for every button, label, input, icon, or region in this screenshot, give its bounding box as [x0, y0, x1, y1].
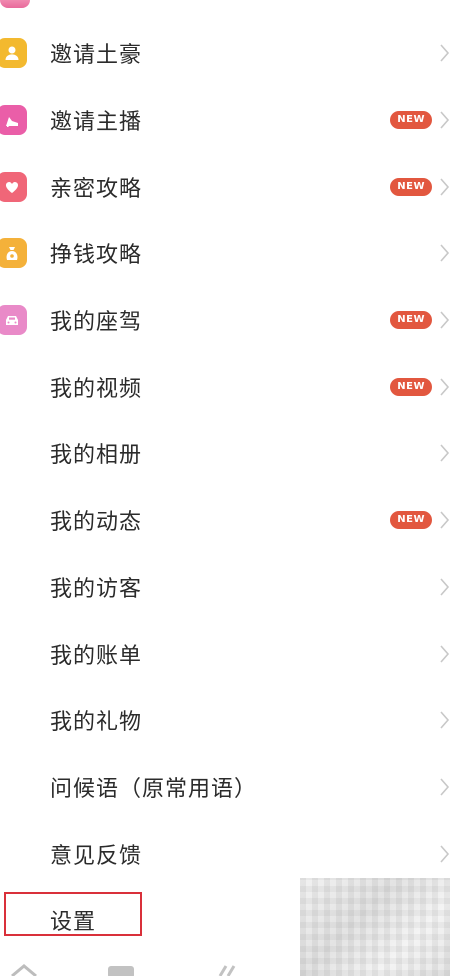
chevron-right-icon [440, 844, 450, 864]
menu-item-intimacy-guide[interactable]: 亲密攻略 NEW [0, 153, 450, 220]
menu-item-feedback[interactable]: 意见反馈 [0, 820, 450, 887]
menu-item-label: 意见反馈 [50, 843, 143, 869]
menu-item-label: 邀请主播 [50, 110, 143, 136]
menu-item-label: 我的动态 [50, 510, 143, 536]
menu-item-earning-guide[interactable]: 挣钱攻略 [0, 220, 450, 287]
chevron-right-icon [440, 377, 450, 397]
chevron-right-icon [440, 310, 450, 330]
new-badge: NEW [390, 111, 432, 130]
menu-item-label: 邀请土豪 [50, 43, 143, 69]
chevron-right-icon [440, 243, 450, 263]
chevron-right-icon [440, 644, 450, 664]
chevron-right-icon [440, 177, 450, 197]
menu-item-invite-rich[interactable]: 邀请土豪 [0, 20, 450, 87]
menu-item-greetings[interactable]: 问候语（原常用语） [0, 754, 450, 821]
chevron-right-icon [440, 577, 450, 597]
user-icon [0, 38, 27, 69]
menu-item-my-album[interactable]: 我的相册 [0, 420, 450, 487]
menu-item-my-moments[interactable]: 我的动态 NEW [0, 487, 450, 554]
new-badge: NEW [390, 311, 432, 330]
menu-item-my-videos[interactable]: 我的视频 NEW [0, 353, 450, 420]
menu-item-label: 挣钱攻略 [50, 243, 143, 269]
settings-highlight-box [4, 892, 142, 936]
heart-icon [0, 171, 27, 202]
menu-item-label: 我的座驾 [50, 310, 143, 336]
chevron-right-icon [440, 510, 450, 530]
new-badge: NEW [390, 377, 432, 396]
menu-list: 邀请土豪 邀请主播 NEW 亲密攻略 NEW 挣钱攻略 我的座驾 NEW 我的视 [0, 20, 450, 954]
menu-item-label: 问候语（原常用语） [50, 776, 258, 802]
chevron-right-icon [440, 710, 450, 730]
chevron-right-icon [440, 777, 450, 797]
menu-item-my-bills[interactable]: 我的账单 [0, 620, 450, 687]
menu-item-label: 我的相册 [50, 443, 143, 469]
chevron-right-icon [440, 43, 450, 63]
menu-item-label: 我的视频 [50, 376, 143, 402]
menu-item-label: 亲密攻略 [50, 176, 143, 202]
new-badge: NEW [390, 511, 432, 530]
high-heel-icon [0, 105, 27, 136]
menu-item-my-car[interactable]: 我的座驾 NEW [0, 287, 450, 354]
menu-item-my-gifts[interactable]: 我的礼物 [0, 687, 450, 754]
chevron-right-icon [440, 110, 450, 130]
menu-item-label: 我的账单 [50, 643, 143, 669]
partial-icon-top [0, 0, 30, 8]
menu-item-label: 我的礼物 [50, 710, 143, 736]
menu-item-invite-anchor[interactable]: 邀请主播 NEW [0, 87, 450, 154]
money-bag-icon [0, 238, 27, 269]
new-badge: NEW [390, 177, 432, 196]
car-icon [0, 305, 27, 336]
home-tab-icon[interactable] [11, 964, 37, 978]
moments-tab-icon[interactable] [218, 965, 236, 977]
menu-item-label: 我的访客 [50, 576, 143, 602]
menu-item-my-visitors[interactable]: 我的访客 [0, 554, 450, 621]
bottom-tab-bar [0, 952, 450, 978]
chat-tab-icon[interactable] [108, 966, 134, 978]
chevron-right-icon [440, 443, 450, 463]
